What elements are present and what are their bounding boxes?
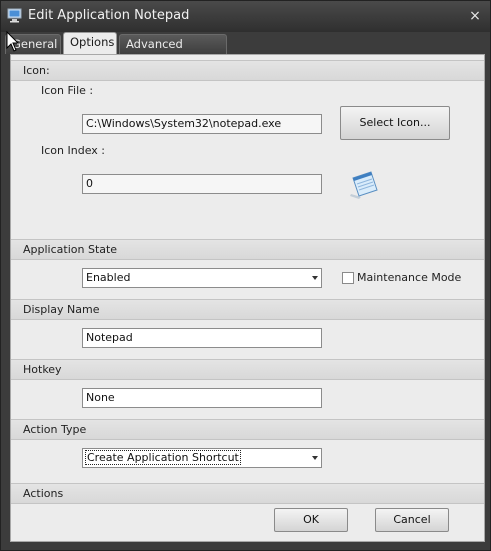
- close-button[interactable]: ×: [466, 6, 484, 26]
- icon-index-label: Icon Index :: [41, 144, 105, 157]
- hotkey-header: Hotkey: [11, 359, 484, 380]
- application-state-value: Enabled: [86, 271, 131, 284]
- cancel-button[interactable]: Cancel: [375, 508, 449, 532]
- tab-advanced-settings[interactable]: Advanced Settings: [119, 34, 227, 69]
- monitor-icon: [7, 8, 22, 23]
- action-type-dropdown[interactable]: Create Application Shortcut: [82, 448, 322, 468]
- display-name-field[interactable]: Notepad: [82, 328, 322, 348]
- title-bar[interactable]: Edit Application Notepad ×: [1, 1, 490, 32]
- edit-application-dialog: Edit Application Notepad × General Optio…: [0, 0, 491, 551]
- tab-options[interactable]: Options: [63, 32, 117, 55]
- options-panel: Icon: Icon File : C:\Windows\System32\no…: [10, 54, 485, 542]
- icon-section-header: Icon:: [11, 60, 484, 81]
- icon-file-label: Icon File :: [41, 84, 94, 97]
- notepad-icon: [347, 168, 379, 200]
- window-title: Edit Application Notepad: [28, 8, 190, 23]
- hotkey-field[interactable]: None: [82, 388, 322, 408]
- display-name-header: Display Name: [11, 299, 484, 320]
- mouse-pointer-icon: [6, 30, 20, 53]
- application-state-dropdown[interactable]: Enabled: [82, 268, 322, 288]
- application-state-header: Application State: [11, 239, 484, 260]
- actions-header: Actions: [11, 483, 484, 504]
- chevron-down-icon: [312, 456, 318, 460]
- maintenance-mode-label: Maintenance Mode: [357, 271, 462, 284]
- tab-strip: General Options Advanced Settings: [5, 32, 489, 69]
- action-type-value: Create Application Shortcut: [85, 450, 241, 465]
- icon-index-field[interactable]: 0: [82, 174, 322, 194]
- action-type-header: Action Type: [11, 419, 484, 440]
- maintenance-mode-checkbox[interactable]: [342, 272, 354, 284]
- icon-file-field[interactable]: C:\Windows\System32\notepad.exe: [82, 114, 322, 134]
- ok-button[interactable]: OK: [274, 508, 348, 532]
- select-icon-button[interactable]: Select Icon...: [340, 106, 450, 140]
- chevron-down-icon: [312, 276, 318, 280]
